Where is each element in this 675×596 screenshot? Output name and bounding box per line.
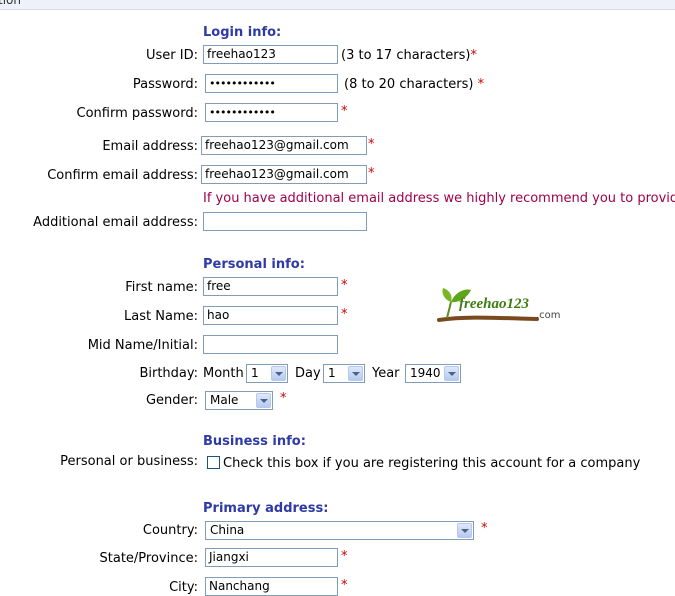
password-hint-text: (8 to 20 characters) [344,77,474,92]
birthday-day-select[interactable]: 1 [323,364,365,383]
chevron-down-icon[interactable] [457,523,472,538]
logo-suffix: .com [536,310,561,321]
birthday-day-value: 1 [328,366,336,380]
password-input[interactable]: •••••••••••• [205,74,338,93]
required-marker: * [341,549,348,564]
password-label: Password: [132,77,198,92]
page-header-bar: tion [0,0,675,10]
user-id-input[interactable]: freehao123 [203,45,338,64]
birthday-month-value: 1 [251,366,259,380]
chevron-down-icon[interactable] [271,366,286,381]
birthday-month-select[interactable]: 1 [246,364,288,383]
confirm-email-label: Confirm email address: [47,168,198,183]
state-input[interactable]: Jiangxi [205,548,338,567]
birthday-day-label: Day [295,366,321,381]
required-marker: * [477,77,485,92]
required-marker: * [368,137,375,152]
chevron-down-icon[interactable] [256,393,271,408]
birthday-year-select[interactable]: 1940 [405,364,461,383]
business-type-label: Personal or business: [60,454,198,469]
required-marker: * [368,166,375,181]
country-value: China [210,523,245,537]
required-marker: * [341,104,348,119]
freehao123-logo: freehao123 .com [437,278,567,328]
logo-text: freehao123 [459,296,529,312]
required-marker: * [341,578,348,593]
state-label: State/Province: [99,551,198,566]
chevron-down-icon[interactable] [444,366,459,381]
user-id-hint-text: (3 to 17 characters) [341,48,471,63]
gender-value: Male [210,393,239,407]
user-id-hint: (3 to 17 characters)* [341,48,477,64]
birthday-year-label: Year [372,366,400,381]
first-name-label: First name: [125,280,198,295]
chevron-down-icon[interactable] [348,366,363,381]
additional-email-label: Additional email address: [33,215,198,230]
confirm-email-input[interactable]: freehao123@gmail.com [201,165,367,184]
email-input[interactable]: freehao123@gmail.com [201,136,367,155]
birthday-month-label: Month [203,366,244,381]
additional-email-notice: If you have additional email address we … [203,191,675,206]
required-marker: * [341,278,348,293]
mid-name-label: Mid Name/Initial: [87,338,198,353]
section-heading-address: Primary address: [203,501,329,516]
last-name-label: Last Name: [124,309,198,324]
first-name-input[interactable]: free [203,277,338,296]
last-name-input[interactable]: hao [203,306,338,325]
email-label: Email address: [102,139,198,154]
birthday-year-value: 1940 [410,366,441,380]
gender-select[interactable]: Male [205,391,273,410]
required-marker: * [470,48,477,63]
confirm-password-label: Confirm password: [76,106,198,121]
section-heading-business: Business info: [203,434,306,449]
country-select[interactable]: China [205,521,474,540]
required-marker: * [481,521,488,536]
page-title: tion [0,0,21,7]
confirm-password-input[interactable]: •••••••••••• [205,103,338,122]
additional-email-input[interactable] [203,212,367,231]
company-account-checkbox[interactable] [207,456,220,469]
mid-name-input[interactable] [203,335,338,354]
birthday-label: Birthday: [139,366,198,381]
required-marker: * [341,307,348,322]
user-id-label: User ID: [146,48,198,63]
password-hint: (8 to 20 characters) * [344,77,484,93]
company-account-checkbox-label[interactable]: Check this box if you are registering th… [223,456,640,472]
city-input[interactable]: Nanchang [205,577,338,596]
required-marker: * [280,391,287,406]
section-heading-login: Login info: [203,25,282,40]
section-heading-personal: Personal info: [203,257,305,272]
country-label: Country: [142,523,198,538]
gender-label: Gender: [145,393,198,408]
